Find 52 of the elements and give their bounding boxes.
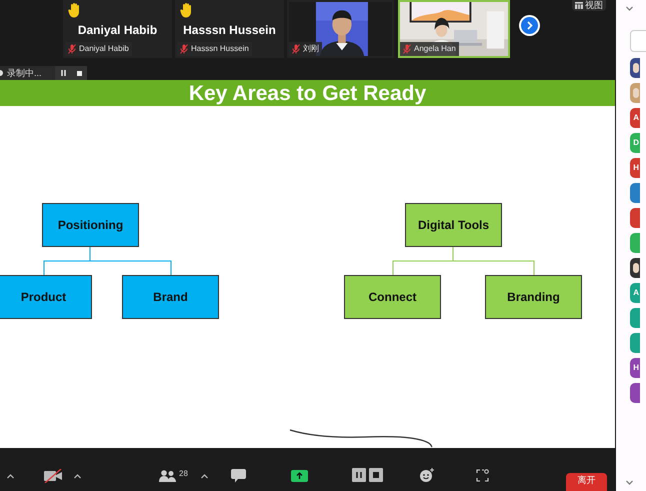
video-tile[interactable]: Daniyal Habib Daniyal Habib bbox=[63, 0, 172, 58]
muted-mic-icon bbox=[68, 44, 76, 54]
diagram-node: Digital Tools bbox=[405, 203, 502, 247]
stop-button[interactable] bbox=[71, 66, 87, 80]
raised-hand-icon bbox=[180, 2, 194, 18]
diagram-node: Connect bbox=[344, 275, 441, 319]
view-button[interactable]: 视图 bbox=[572, 0, 606, 11]
chevron-up-icon[interactable] bbox=[201, 474, 208, 479]
pause-button[interactable] bbox=[55, 66, 71, 80]
participants-icon[interactable] bbox=[159, 470, 176, 482]
stop-icon bbox=[76, 70, 82, 76]
avatar-initial: H bbox=[633, 164, 639, 172]
muted-mic-icon bbox=[292, 44, 300, 54]
chevron-down-icon[interactable] bbox=[626, 6, 633, 11]
search-field[interactable] bbox=[630, 30, 646, 52]
raised-hand-icon bbox=[68, 2, 82, 18]
diagram-node: Positioning bbox=[42, 203, 139, 247]
video-tile[interactable]: Angela Han bbox=[398, 0, 510, 58]
participant-name: Hasssn Hussein bbox=[183, 22, 276, 39]
muted-mic-icon bbox=[180, 44, 188, 54]
name-label: Angela Han bbox=[414, 45, 456, 53]
avatar-initial: A bbox=[633, 114, 639, 122]
diagram-node: Product bbox=[0, 275, 92, 319]
slide-title: Key Areas to Get Ready bbox=[188, 82, 426, 104]
avatar-initial: H bbox=[633, 364, 639, 372]
diagram-node: Brand bbox=[122, 275, 219, 319]
share-screen-icon[interactable] bbox=[291, 470, 308, 482]
chevron-right-icon bbox=[526, 21, 532, 30]
chevron-up-icon[interactable] bbox=[7, 474, 14, 479]
chat-icon[interactable] bbox=[231, 469, 246, 483]
video-off-icon[interactable] bbox=[43, 469, 63, 483]
name-label: Daniyal Habib bbox=[79, 45, 129, 53]
name-label: Hasssn Hussein bbox=[191, 45, 249, 53]
participant-count: 28 bbox=[179, 470, 188, 478]
leave-button[interactable]: 离开 bbox=[566, 473, 607, 491]
name-label: 刘刚 bbox=[303, 45, 319, 53]
pause-stop-icon[interactable] bbox=[352, 468, 383, 482]
recording-label: 录制中... bbox=[7, 68, 42, 78]
avatar-initial: A bbox=[633, 289, 639, 297]
apps-icon[interactable] bbox=[476, 469, 489, 482]
chevron-up-icon[interactable] bbox=[74, 474, 81, 479]
reaction-icon[interactable] bbox=[419, 467, 435, 483]
participant-name: Daniyal Habib bbox=[78, 22, 158, 39]
next-page-button[interactable] bbox=[519, 15, 540, 36]
avatar-initial: D bbox=[633, 139, 639, 147]
video-tile[interactable]: 刘刚 bbox=[287, 0, 394, 58]
video-tile[interactable]: Hasssn Hussein Hasssn Hussein bbox=[175, 0, 284, 58]
diagram-node: Branding bbox=[485, 275, 582, 319]
chevron-down-icon[interactable] bbox=[626, 480, 633, 485]
pause-icon bbox=[60, 70, 66, 76]
grid-icon bbox=[575, 2, 583, 9]
muted-mic-icon bbox=[403, 44, 411, 54]
